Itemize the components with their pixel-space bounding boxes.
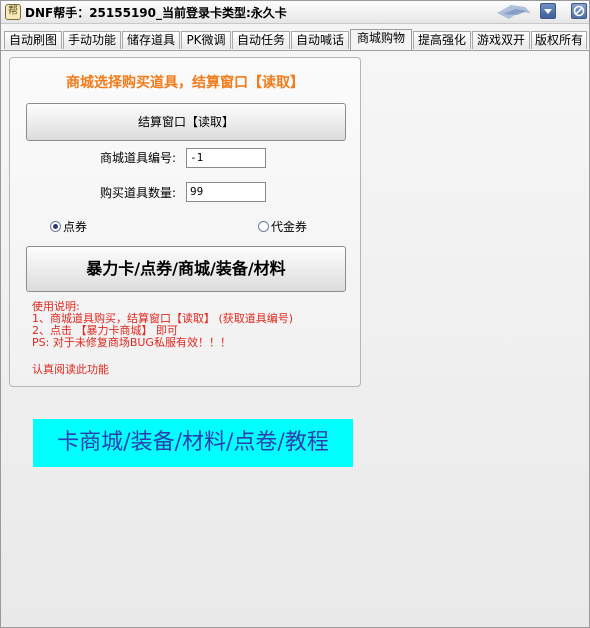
radio-coupon-dot[interactable] xyxy=(258,221,269,232)
quantity-input[interactable]: 99 xyxy=(186,182,266,202)
chevron-down-icon xyxy=(544,9,552,14)
tab-pk-tweak[interactable]: PK微调 xyxy=(181,31,231,49)
tab-auto-quest[interactable]: 自动任务 xyxy=(232,31,290,49)
read-carefully-note: 认真阅读此功能 xyxy=(32,363,109,376)
panel-heading: 商城选择购买道具，结算窗口【读取】 xyxy=(66,75,304,91)
tab-auto-shout[interactable]: 自动喊话 xyxy=(291,31,349,49)
tab-enhance[interactable]: 提高强化 xyxy=(413,31,471,49)
tab-manual[interactable]: 手动功能 xyxy=(63,31,121,49)
radio-points-dot[interactable] xyxy=(50,221,61,232)
radio-points-label: 点券 xyxy=(63,220,88,234)
app-window: 帮 DNF帮手：25155190_当前登录卡类型:永久卡 自动刷图 手动功能 储… xyxy=(0,0,590,628)
item-id-label: 商城道具编号: xyxy=(99,151,176,165)
tab-content-mall: 商城选择购买道具，结算窗口【读取】 结算窗口【读取】 商城道具编号: -1 购买… xyxy=(1,51,589,627)
quantity-label: 购买道具数量: xyxy=(99,186,176,200)
tab-auto-dungeon[interactable]: 自动刷图 xyxy=(4,31,62,49)
window-title: DNF帮手：25155190_当前登录卡类型:永久卡 xyxy=(25,6,287,20)
usage-instructions: 使用说明: 1、商城道具购买，结算窗口【读取】 (获取道具编号) 2、点击 【暴… xyxy=(32,301,352,349)
settle-window-read-button[interactable]: 结算窗口【读取】 xyxy=(26,103,346,141)
instruction-line: PS: 对于未修复商场BUG私服有效！！！ xyxy=(32,336,231,349)
force-mall-button[interactable]: 暴力卡/点券/商城/装备/材料 xyxy=(26,246,346,292)
radio-coupon[interactable]: 代金券 xyxy=(258,218,307,235)
tab-store-items[interactable]: 储存道具 xyxy=(122,31,180,49)
tab-dual-open[interactable]: 游戏双开 xyxy=(472,31,530,49)
radio-points[interactable]: 点券 xyxy=(50,218,87,235)
no-entry-icon xyxy=(573,5,585,17)
tab-bar: 自动刷图 手动功能 储存道具 PK微调 自动任务 自动喊话 商城购物 提高强化 … xyxy=(1,29,589,51)
close-button[interactable] xyxy=(571,3,587,19)
tutorial-banner-link[interactable]: 卡商城/装备/材料/点卷/教程 xyxy=(33,419,353,467)
item-id-input[interactable]: -1 xyxy=(186,148,266,168)
minimize-button[interactable] xyxy=(540,3,556,19)
tab-copyright[interactable]: 版权所有 xyxy=(531,31,587,49)
radio-coupon-label: 代金券 xyxy=(271,220,308,234)
app-icon: 帮 xyxy=(5,4,21,20)
mall-panel: 商城选择购买道具，结算窗口【读取】 结算窗口【读取】 商城道具编号: -1 购买… xyxy=(9,57,361,387)
title-bar[interactable]: 帮 DNF帮手：25155190_当前登录卡类型:永久卡 xyxy=(1,1,589,24)
wing-icon xyxy=(497,5,531,19)
tab-mall-shopping[interactable]: 商城购物 xyxy=(350,29,412,50)
